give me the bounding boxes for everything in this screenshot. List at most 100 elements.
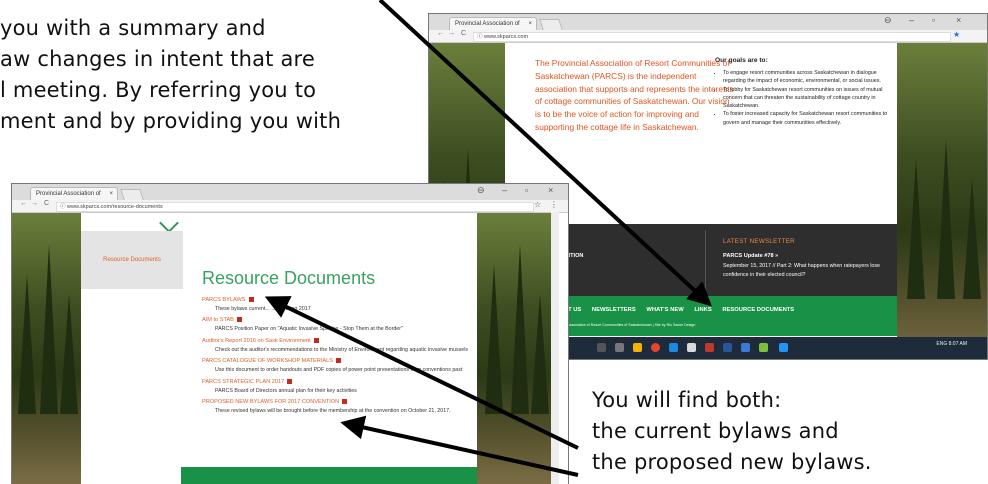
word-icon[interactable] <box>723 343 732 352</box>
goal-item: To engage resort communities across Sask… <box>723 69 893 86</box>
close-tab-icon[interactable]: × <box>528 18 532 30</box>
back-icon[interactable]: ← <box>20 200 27 207</box>
document-description: Check out the auditor's recommendations … <box>215 346 469 353</box>
list-item: AIM to STAB PARCS Position Paper on "Aqu… <box>202 316 492 335</box>
document-description: These revised bylaws will be brought bef… <box>215 408 451 415</box>
doc-line: you with a summary and <box>0 16 266 40</box>
reload-icon[interactable]: C <box>461 30 466 37</box>
pdf-icon <box>335 358 341 364</box>
tab-title: Provincial Association of <box>36 191 101 197</box>
back-icon[interactable]: ← <box>437 30 444 37</box>
edge-icon[interactable] <box>669 343 678 352</box>
newsletter-heading: LATEST NEWSLETTER <box>723 238 795 245</box>
onedrive-icon[interactable] <box>779 343 788 352</box>
bookmark-star-icon[interactable]: ★ <box>953 30 960 39</box>
doc-line: You will find both: <box>592 388 782 412</box>
document-link[interactable]: PARCS BYLAWS <box>202 296 492 305</box>
doc-line: aw changes in intent that are <box>0 47 316 71</box>
chevron-down-icon[interactable] <box>159 213 179 233</box>
newsletter-title[interactable]: PARCS Update #78 » <box>723 253 893 259</box>
pdf-icon <box>248 297 254 303</box>
app-icon[interactable] <box>705 343 714 352</box>
document-description: Use this document to order handouts and … <box>215 367 463 374</box>
document-link[interactable]: AIM to STAB <box>202 316 492 325</box>
document-list: PARCS BYLAWS These bylaws current... ...… <box>202 296 492 418</box>
browser-tab[interactable]: Provincial Association of × <box>30 187 118 200</box>
maximize-icon[interactable]: ▫ <box>525 185 528 195</box>
footer-link-newsletters[interactable]: NEWSLETTERS <box>592 307 636 313</box>
page-title: Resource Documents <box>202 268 376 288</box>
tab-strip: Provincial Association of × ⊖ – ▫ × <box>12 184 568 200</box>
list-item: Auditor's Report 2016 on Sask Environmen… <box>202 337 492 356</box>
list-item: PARCS CATALOGUE OF WORKSHOP MATERIALS Us… <box>202 357 492 376</box>
footer-copyright: Provincial Association of Resort Communi… <box>551 323 696 327</box>
doc-line: the proposed new bylaws. <box>592 450 872 474</box>
new-tab-button[interactable] <box>539 19 563 30</box>
pdf-icon <box>287 378 293 384</box>
bookmark-star-icon[interactable]: ☆ <box>534 200 541 209</box>
doc-line: ment and by providing you with <box>0 109 342 133</box>
document-link[interactable]: PROPOSED NEW BYLAWS FOR 2017 CONVENTION <box>202 398 492 407</box>
document-link-text[interactable]: PARCS STRATEGIC PLAN 2017 <box>202 379 284 385</box>
pdf-icon <box>236 317 242 323</box>
goal-item: To lobby for Saskatchewan resort communi… <box>723 86 893 111</box>
document-description: These bylaws current... ...se during 201… <box>215 306 311 312</box>
taskbar-clock: ENG 8:07 AM <box>936 341 967 348</box>
list-item: PROPOSED NEW BYLAWS FOR 2017 CONVENTION … <box>202 398 492 417</box>
minimize-icon[interactable]: – <box>909 15 914 25</box>
document-link-text[interactable]: PARCS CATALOGUE OF WORKSHOP MATERIALS <box>202 358 333 364</box>
document-description: PARCS Position Paper on "Aquatic Invasiv… <box>215 326 403 333</box>
sidebar-item-resource-documents[interactable]: Resource Documents <box>81 231 183 289</box>
reload-icon[interactable]: C <box>44 200 49 207</box>
menu-icon[interactable]: ⋮ <box>550 200 558 209</box>
outlook-icon[interactable] <box>741 343 750 352</box>
url-input[interactable]: ⓘ www.skparcs.com/resource-documents <box>56 202 534 212</box>
task-view-icon[interactable] <box>615 343 624 352</box>
sidebar-item-label: Resource Documents <box>103 257 161 263</box>
document-link-text[interactable]: Auditor's Report 2016 on Sask Environmen… <box>202 338 311 344</box>
forest-image-left <box>12 213 81 484</box>
new-tab-button[interactable] <box>120 189 144 200</box>
browser-tab[interactable]: Provincial Association of × <box>449 17 537 30</box>
tab-strip: Provincial Association of × ⊖ – ▫ × <box>429 14 987 30</box>
forward-icon[interactable]: → <box>31 200 38 207</box>
search-icon[interactable] <box>597 343 606 352</box>
document-link-text[interactable]: PROPOSED NEW BYLAWS FOR 2017 CONVENTION <box>202 399 339 405</box>
footer-nav: ABOUT US NEWSLETTERS WHAT'S NEW LINKS RE… <box>551 307 803 313</box>
document-link-text[interactable]: AIM to STAB <box>202 317 234 323</box>
scrollbar[interactable] <box>551 212 559 484</box>
minimize-icon[interactable]: – <box>502 185 507 195</box>
app-icon[interactable] <box>759 343 768 352</box>
close-tab-icon[interactable]: × <box>109 188 113 200</box>
document-link-text[interactable]: PARCS BYLAWS <box>202 297 246 303</box>
file-explorer-icon[interactable] <box>633 343 642 352</box>
close-window-icon[interactable]: × <box>548 185 553 195</box>
chrome-icon[interactable] <box>651 343 660 352</box>
footer-link-whats-new[interactable]: WHAT'S NEW <box>646 307 683 313</box>
intro-text: The Provincial Association of Resort Com… <box>535 58 734 132</box>
forest-image-right <box>897 43 987 359</box>
maximize-icon[interactable]: ▫ <box>932 15 935 25</box>
url-input[interactable]: ⓘ www.skparcs.com <box>473 32 951 42</box>
footer-band <box>181 467 477 484</box>
document-link[interactable]: PARCS STRATEGIC PLAN 2017 <box>202 378 492 387</box>
footer-link-links[interactable]: LINKS <box>694 307 711 313</box>
document-link[interactable]: Auditor's Report 2016 on Sask Environmen… <box>202 337 492 346</box>
pdf-icon <box>342 399 348 405</box>
goals-section: Our goals are to: To engage resort commu… <box>715 57 893 127</box>
close-window-icon[interactable]: × <box>956 15 961 25</box>
footer-link-resource-documents[interactable]: RESOURCE DOCUMENTS <box>722 307 794 313</box>
goals-heading: Our goals are to: <box>715 57 768 64</box>
windows-taskbar: ENG 8:07 AM <box>569 337 987 359</box>
doc-line: l meeting. By referring you to <box>0 78 317 102</box>
document-link[interactable]: PARCS CATALOGUE OF WORKSHOP MATERIALS <box>202 357 492 366</box>
account-icon[interactable]: ⊖ <box>884 15 892 26</box>
store-icon[interactable] <box>687 343 696 352</box>
browser-screenshot-resource-documents: Provincial Association of × ⊖ – ▫ × ← → … <box>11 183 569 484</box>
language-indicator: ENG <box>936 341 948 347</box>
doc-line: the current bylaws and <box>592 419 839 443</box>
forward-icon[interactable]: → <box>448 30 455 37</box>
account-icon[interactable]: ⊖ <box>477 185 485 196</box>
address-bar: ← → C ⓘ www.skparcs.com/resource-documen… <box>12 200 568 213</box>
list-item: PARCS STRATEGIC PLAN 2017 PARCS Board of… <box>202 378 492 397</box>
